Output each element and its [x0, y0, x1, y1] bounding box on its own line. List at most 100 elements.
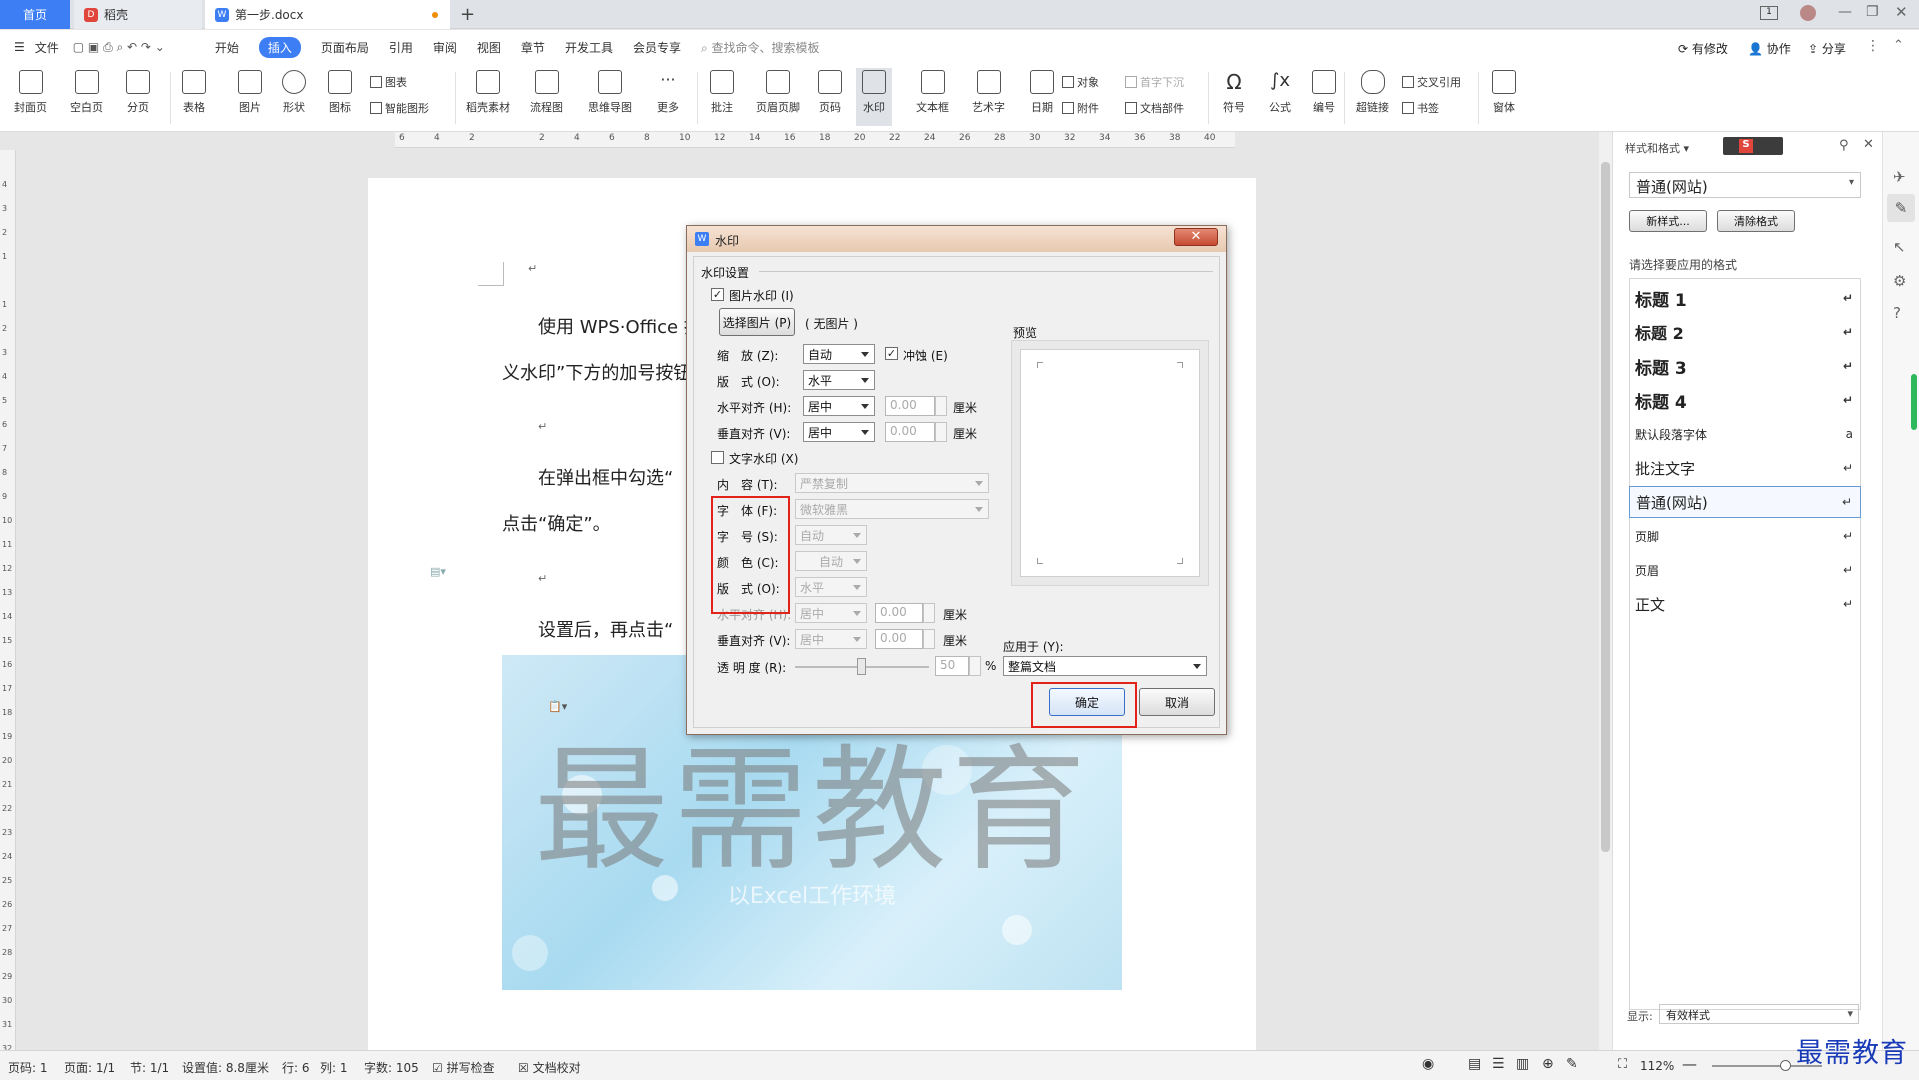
text-valign-spinner[interactable]: [923, 629, 935, 649]
page-number-button[interactable]: 页码: [818, 70, 842, 115]
text-halign-number[interactable]: 0.00: [875, 603, 923, 623]
tab-document[interactable]: W 第一步.docx: [205, 0, 450, 29]
status-setting[interactable]: 设置值: 8.8厘米: [182, 1059, 269, 1076]
doc-line-1[interactable]: 使用 WPS·Office 打: [538, 313, 702, 339]
close-window-icon[interactable]: ✕: [1895, 3, 1908, 21]
shape-button[interactable]: 形状: [282, 70, 306, 115]
share-sidebar-icon[interactable]: ✈: [1893, 168, 1906, 186]
date-button[interactable]: 日期: [1030, 70, 1054, 115]
style-heading-2[interactable]: 标题 2 ↵: [1629, 316, 1861, 348]
style-edit-icon[interactable]: ✎: [1887, 194, 1915, 222]
wordart-button[interactable]: 艺术字: [972, 70, 1005, 115]
choose-picture-button[interactable]: 选择图片 (P): [719, 308, 795, 336]
select-cursor-icon[interactable]: ↖: [1893, 238, 1906, 256]
current-style-select[interactable]: 普通(网站) ▾: [1629, 172, 1861, 198]
web-view-icon[interactable]: ⊕: [1542, 1056, 1554, 1072]
table-button[interactable]: 表格: [182, 70, 206, 115]
menu-review[interactable]: 审阅: [433, 39, 457, 56]
style-footer[interactable]: 页脚 ↵: [1629, 520, 1861, 552]
comment-button[interactable]: 批注: [710, 70, 734, 115]
doc-line-4[interactable]: 点击“确定”。: [502, 510, 611, 536]
text-layout-select[interactable]: 水平: [795, 577, 867, 597]
fit-page-icon[interactable]: ⛶: [1618, 1057, 1627, 1072]
zoom-level[interactable]: 112%: [1640, 1059, 1674, 1073]
mindmap-button[interactable]: 思维导图: [588, 70, 632, 115]
header-footer-button[interactable]: 页眉页脚: [756, 70, 800, 115]
styles-panel-title[interactable]: 样式和格式 ▾: [1625, 140, 1689, 156]
cancel-button[interactable]: 取消: [1139, 688, 1215, 716]
cover-page-button[interactable]: 封面页: [14, 70, 47, 115]
symbol-button[interactable]: Ω 符号: [1222, 70, 1246, 115]
window-count-icon[interactable]: 1: [1760, 6, 1778, 20]
style-default-font[interactable]: 默认段落字体 a: [1629, 418, 1861, 450]
more-icon[interactable]: ⋮: [1866, 38, 1880, 54]
minimize-icon[interactable]: —: [1838, 4, 1852, 20]
scrollbar-thumb[interactable]: [1601, 162, 1610, 852]
halign-select[interactable]: 居中: [803, 396, 875, 416]
dialog-close-button[interactable]: ✕: [1174, 228, 1218, 246]
menu-insert[interactable]: 插入: [258, 36, 301, 58]
material-button[interactable]: 稻壳素材: [466, 70, 510, 115]
style-body[interactable]: 正文 ↵: [1629, 588, 1861, 620]
form-button[interactable]: 窗体: [1492, 70, 1516, 115]
page-view-icon[interactable]: ▤: [1468, 1056, 1481, 1072]
crossref-button[interactable]: 交叉引用: [1402, 74, 1461, 90]
transparency-number[interactable]: 50: [935, 656, 969, 676]
blank-page-button[interactable]: 空白页: [70, 70, 103, 115]
style-heading-3[interactable]: 标题 3 ↵: [1629, 350, 1861, 382]
size-select[interactable]: 自动: [795, 525, 867, 545]
chart-button[interactable]: 图表: [370, 74, 407, 90]
modified-button[interactable]: ⟳ 有修改: [1678, 40, 1728, 57]
collab-button[interactable]: 👤 协作: [1748, 40, 1791, 57]
style-normal-web[interactable]: 普通(网站) ↵: [1629, 486, 1861, 518]
menu-reference[interactable]: 引用: [389, 39, 413, 56]
tab-home[interactable]: 首页: [0, 0, 70, 29]
zoom-out-icon[interactable]: —: [1682, 1055, 1697, 1073]
watermark-button[interactable]: 水印: [856, 68, 892, 126]
more-button[interactable]: ··· 更多: [656, 70, 680, 115]
transparency-slider-thumb[interactable]: [857, 658, 866, 675]
font-select[interactable]: 微软雅黑: [795, 499, 989, 519]
attachment-button[interactable]: 附件: [1062, 100, 1099, 116]
style-heading-1[interactable]: 标题 1 ↵: [1629, 282, 1861, 314]
status-words[interactable]: 字数: 105: [364, 1059, 419, 1076]
menu-chapter[interactable]: 章节: [521, 39, 545, 56]
dropcap-button[interactable]: 首字下沉: [1125, 74, 1184, 90]
valign-spinner[interactable]: [935, 422, 947, 442]
outline-view-icon[interactable]: ☰: [1492, 1056, 1505, 1072]
restore-icon[interactable]: ❐: [1866, 4, 1879, 20]
show-filter-select[interactable]: 有效样式 ▾: [1659, 1004, 1859, 1024]
scale-select[interactable]: 自动: [803, 344, 875, 364]
close-panel-icon[interactable]: ✕: [1863, 137, 1874, 152]
washout-checkbox[interactable]: ✓: [885, 347, 898, 360]
smartart-button[interactable]: 智能图形: [370, 100, 429, 116]
menu-developer[interactable]: 开发工具: [565, 39, 613, 56]
eye-protection-icon[interactable]: ◉: [1422, 1056, 1434, 1072]
avatar[interactable]: [1800, 5, 1816, 21]
numbering-button[interactable]: 编号: [1312, 70, 1336, 115]
side-slider-handle[interactable]: [1911, 374, 1917, 430]
halign-number[interactable]: 0.00: [885, 396, 935, 416]
new-style-button[interactable]: 新样式...: [1629, 210, 1707, 232]
pin-icon[interactable]: ⚲: [1839, 138, 1849, 153]
help-icon[interactable]: ?: [1893, 304, 1901, 322]
picture-watermark-checkbox[interactable]: ✓: [711, 288, 724, 301]
docpart-button[interactable]: 文档部件: [1125, 100, 1184, 116]
doc-line-2[interactable]: 义水印”下方的加号按钮: [502, 359, 691, 385]
valign-number[interactable]: 0.00: [885, 422, 935, 442]
paste-clipboard-icon[interactable]: 📋▾: [548, 700, 567, 713]
hyperlink-button[interactable]: 超链接: [1356, 70, 1389, 115]
text-halign-select[interactable]: 居中: [795, 603, 867, 623]
zoom-slider-thumb[interactable]: [1780, 1060, 1791, 1071]
color-select[interactable]: 自动: [795, 551, 867, 571]
tab-shell[interactable]: D 稻壳: [74, 0, 202, 29]
write-mode-icon[interactable]: ✎: [1566, 1056, 1578, 1072]
quick-access-icons[interactable]: ▢ ▣ ⎙ ⌕ ↶ ↷ ⌄: [73, 40, 165, 55]
flowchart-button[interactable]: 流程图: [530, 70, 563, 115]
collapse-ribbon-icon[interactable]: ⌃: [1893, 38, 1904, 53]
command-search[interactable]: ⌕ 查找命令、搜索模板: [701, 39, 820, 56]
doc-line-3[interactable]: 在弹出框中勾选“: [538, 464, 673, 490]
apply-to-select[interactable]: 整篇文档: [1003, 656, 1207, 676]
horizontal-ruler[interactable]: 6 4 2 2 4 6 8 10 12 14 16 18 20 22 24 26 28 30 32 34 36 38 40: [395, 132, 1235, 148]
share-button[interactable]: ⇪ 分享: [1808, 40, 1846, 57]
